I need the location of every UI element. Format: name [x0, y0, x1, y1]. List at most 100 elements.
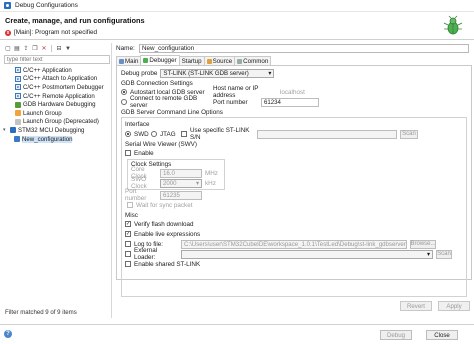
- config-icon: [14, 136, 20, 143]
- tree-item-label: STM32 MCU Debugging: [18, 126, 85, 134]
- tree-item-cpp-postmortem[interactable]: c C/C++ Postmortem Debugger: [2, 83, 111, 92]
- new-config-icon[interactable]: ▢: [4, 45, 12, 53]
- clock-group: Clock Settings Core Clock 16.0 MHz SWO C…: [127, 159, 225, 190]
- jtag-radio[interactable]: [151, 131, 157, 137]
- tree-item-new-configuration[interactable]: New_configuration: [2, 135, 111, 144]
- browse-button[interactable]: Browse...: [410, 239, 436, 249]
- swv-enable-row: Enable: [125, 148, 463, 158]
- tab-common[interactable]: Common: [234, 56, 272, 65]
- tab-source[interactable]: Source: [203, 56, 236, 65]
- export-icon[interactable]: ⇪: [22, 45, 30, 53]
- interface-group: SWD JTAG Use specific ST-LINK S/N Scan: [125, 127, 463, 141]
- tree-item-cpp-remote[interactable]: c C/C++ Remote Application: [2, 92, 111, 101]
- ext-loader-row: External Loader: ▾ Scan: [125, 247, 463, 261]
- launch-deprecated-icon: [15, 118, 21, 125]
- remote-radio[interactable]: [121, 99, 127, 105]
- misc-title: Misc: [125, 212, 138, 219]
- probe-select[interactable]: ST-LINK (ST-LINK GDB server) ▾: [160, 68, 275, 78]
- probe-row: Debug probe ST-LINK (ST-LINK GDB server)…: [121, 68, 467, 78]
- tab-label: Main: [125, 57, 139, 65]
- scan-loader-button[interactable]: Scan: [436, 249, 452, 259]
- log-path-input[interactable]: C:\Users\user\STM32CubeIDE\workspace_1.0…: [181, 239, 407, 249]
- dialog-footer: ? Debug Close: [0, 324, 474, 344]
- name-input[interactable]: New_configuration: [139, 43, 469, 53]
- tree-item-launch-group-deprecated[interactable]: Launch Group (Deprecated): [2, 118, 111, 127]
- help-icon[interactable]: ?: [4, 330, 12, 338]
- verify-checkbox[interactable]: [125, 221, 131, 227]
- wait-sync-checkbox[interactable]: [127, 202, 133, 208]
- tree-item-label: C/C++ Remote Application: [23, 92, 95, 100]
- chevron-down-icon: ▾: [268, 69, 272, 77]
- autostart-radio[interactable]: [121, 89, 127, 95]
- debug-button[interactable]: Debug: [380, 330, 412, 340]
- interface-row: SWD JTAG Use specific ST-LINK S/N Scan: [125, 127, 463, 141]
- log-checkbox[interactable]: [125, 241, 131, 247]
- tree-item-gdb-hardware[interactable]: GDB Hardware Debugging: [2, 100, 111, 109]
- gdb-connection-title: GDB Connection Settings: [121, 80, 193, 87]
- swd-label: SWD: [134, 130, 149, 138]
- revert-button[interactable]: Revert: [400, 301, 432, 311]
- tree-item-label: New_configuration: [22, 135, 73, 143]
- scan-button[interactable]: Scan: [400, 129, 418, 139]
- tab-label: Startup: [181, 57, 202, 65]
- shared-stlink-checkbox[interactable]: [125, 261, 131, 267]
- tab-label: Debugger: [149, 57, 177, 64]
- tree-item-stm32-debugging[interactable]: ▾ STM32 MCU Debugging: [2, 126, 111, 135]
- ext-loader-checkbox[interactable]: [125, 251, 131, 257]
- tree-item-label: GDB Hardware Debugging: [23, 101, 96, 109]
- main-tab-icon: [119, 58, 124, 64]
- host-value[interactable]: localhost: [280, 89, 305, 96]
- page-title: Create, manage, and run configurations: [5, 16, 145, 25]
- verify-row: Verify flash download: [125, 219, 463, 229]
- use-sn-label: Use specific ST-LINK S/N: [190, 127, 250, 141]
- core-clock-input[interactable]: 16.0: [160, 168, 202, 178]
- name-row: Name: New_configuration: [116, 43, 472, 53]
- chevron-down-icon: ▾: [195, 179, 199, 187]
- swv-port-input[interactable]: 61235: [160, 190, 202, 200]
- close-button[interactable]: Close: [426, 330, 458, 340]
- tab-main[interactable]: Main: [116, 56, 142, 65]
- live-expr-checkbox[interactable]: [125, 231, 131, 237]
- tree-item-launch-group[interactable]: Launch Group: [2, 109, 111, 118]
- debugger-tab-icon: [143, 58, 149, 63]
- error-text: [Main]: Program not specified: [14, 29, 98, 36]
- new-prototype-icon[interactable]: ▤: [13, 45, 21, 53]
- launch-icon: [15, 110, 21, 117]
- tab-startup[interactable]: Startup: [178, 56, 205, 65]
- swv-title: Serial Wire Viewer (SWV): [125, 141, 197, 148]
- swo-clock-unit: kHz: [205, 179, 216, 187]
- delete-icon[interactable]: ✕: [40, 45, 48, 53]
- filter-input[interactable]: [4, 55, 110, 64]
- toolbar-separator: [51, 45, 52, 52]
- tab-debugger[interactable]: Debugger: [140, 55, 180, 65]
- sn-input[interactable]: [257, 129, 397, 139]
- ext-loader-label: External Loader:: [134, 247, 158, 261]
- apply-button[interactable]: Apply: [438, 301, 470, 311]
- swv-enable-checkbox[interactable]: [125, 150, 131, 156]
- ext-loader-select[interactable]: ▾: [181, 249, 433, 259]
- tree-item-cpp-attach[interactable]: c C/C++ Attach to Application: [2, 75, 111, 84]
- swv-enable-label: Enable: [134, 149, 154, 157]
- config-tree-panel: ▢ ▤ ⇪ ❐ ✕ ⊟ ▼ c C/C++ Application c C/C+…: [2, 43, 112, 318]
- swo-clock-select[interactable]: 2000 ▾: [160, 178, 202, 188]
- swd-radio[interactable]: [125, 131, 131, 137]
- probe-value: ST-LINK (ST-LINK GDB server): [163, 69, 249, 77]
- remote-label: Connect to remote GDB server: [130, 95, 198, 109]
- port-input[interactable]: 61234: [261, 97, 319, 107]
- c-icon: c: [15, 75, 21, 82]
- window-title: Debug Configurations: [15, 2, 78, 9]
- tree-item-cpp-application[interactable]: c C/C++ Application: [2, 66, 111, 75]
- stm32-icon: [10, 127, 16, 134]
- use-sn-checkbox[interactable]: [181, 131, 187, 137]
- dialog-header: Create, manage, and run configurations x…: [0, 12, 474, 40]
- collapse-all-icon[interactable]: ⊟: [55, 45, 63, 53]
- debugger-tab-body: Debug probe ST-LINK (ST-LINK GDB server)…: [116, 65, 472, 297]
- jtag-label: JTAG: [160, 130, 176, 138]
- config-tree: c C/C++ Application c C/C++ Attach to Ap…: [2, 66, 111, 143]
- chevron-down-icon[interactable]: ▾: [3, 127, 8, 133]
- swo-clock-row: SWO Clock 2000 ▾ kHz: [131, 176, 221, 190]
- app-icon: [4, 2, 11, 9]
- filter-icon[interactable]: ▼: [64, 45, 72, 53]
- error-icon: x: [5, 29, 11, 36]
- duplicate-icon[interactable]: ❐: [31, 45, 39, 53]
